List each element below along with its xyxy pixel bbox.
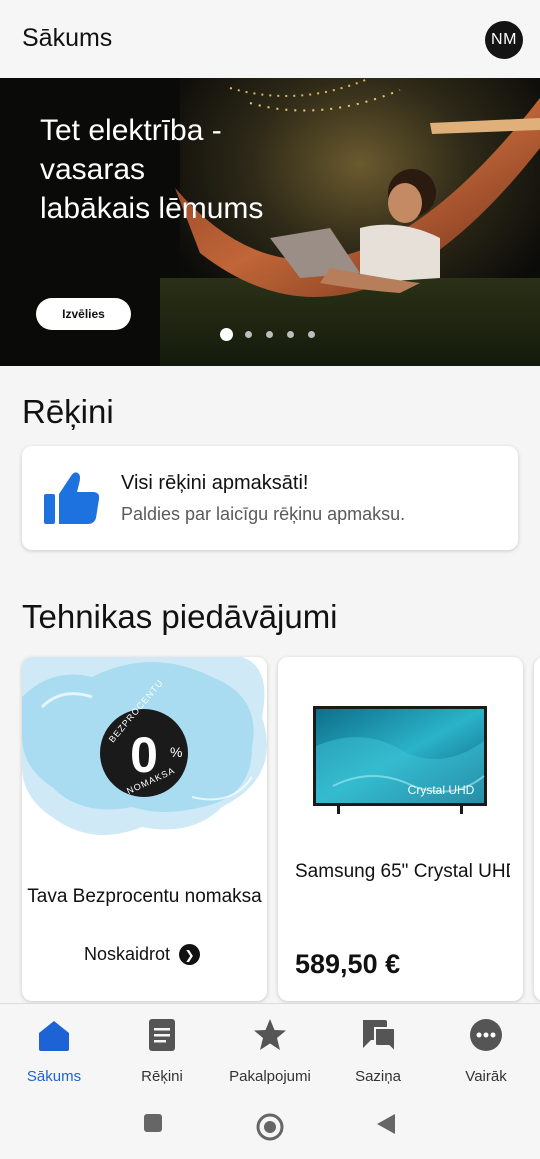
system-navigation-bar — [0, 1090, 540, 1159]
home-button-icon[interactable] — [255, 1112, 285, 1142]
top-app-bar: Sākums NM — [0, 0, 540, 78]
arrow-right-icon: ❯ — [179, 944, 201, 965]
carousel-dot[interactable] — [308, 330, 315, 338]
bills-status-subtitle: Paldies par laicīgu rēķinu apmaksu. — [121, 504, 406, 524]
tv-screen-label: Crystal UHD — [408, 783, 475, 797]
badge-percent: % — [170, 744, 182, 760]
bills-section-title: Rēķini — [22, 393, 114, 430]
page-title: Sākums — [22, 24, 113, 52]
nav-item-more[interactable]: Vairāk — [432, 1012, 540, 1087]
nav-item-bills[interactable]: Rēķini — [108, 1012, 216, 1087]
more-icon — [470, 1019, 502, 1051]
hero-cta-button[interactable]: Izvēlies — [36, 298, 131, 330]
installment-badge-art: 0 % BEZPROCENTU NOMAKSA — [22, 657, 267, 835]
thumbs-up-icon — [44, 472, 100, 524]
nav-label: Saziņa — [355, 1068, 401, 1085]
chat-icon — [363, 1020, 396, 1052]
recents-icon[interactable] — [143, 1112, 163, 1134]
bottom-navigation: Sākums Rēķini Pakalpojumi Saziņa Vairāk — [0, 1003, 540, 1090]
carousel-dot[interactable] — [245, 330, 252, 338]
bills-status-card[interactable]: Visi rēķini apmaksāti! Paldies par laicī… — [22, 446, 518, 550]
nav-label: Sākums — [26, 1068, 82, 1085]
hero-banner[interactable]: Tet elektrība - vasaras labākais lēmums … — [0, 78, 540, 366]
star-icon — [254, 1019, 286, 1050]
back-icon[interactable] — [375, 1112, 397, 1136]
learn-more-label: Noskaidrot — [84, 944, 171, 964]
installment-offer-card[interactable]: 0 % BEZPROCENTU NOMAKSA Tava Bezprocentu… — [22, 657, 267, 1001]
installment-title: Tava Bezprocentu nomaksa — [27, 886, 262, 907]
nav-label: Vairāk — [465, 1068, 507, 1085]
tv-product-image: Crystal UHD — [313, 706, 487, 814]
carousel-dot[interactable] — [266, 330, 273, 338]
nav-item-services[interactable]: Pakalpojumi — [216, 1012, 324, 1087]
nav-label: Pakalpojumi — [229, 1068, 311, 1085]
home-icon — [39, 1021, 69, 1051]
nav-label: Rēķini — [141, 1068, 183, 1085]
offers-section-title: Tehnikas piedāvājumi — [22, 598, 338, 635]
hero-title: Tet elektrība - vasaras labākais lēmums — [40, 114, 264, 225]
tv-offer-card[interactable]: Crystal UHD Samsung 65" Crystal UHD LED … — [278, 657, 523, 1001]
nav-item-home[interactable]: Sākums — [0, 1012, 108, 1087]
product-price: 589,50 € — [295, 949, 401, 979]
carousel-indicator[interactable] — [220, 327, 329, 341]
nav-item-contact[interactable]: Saziņa — [324, 1012, 432, 1087]
carousel-dot[interactable] — [287, 330, 294, 338]
document-icon — [149, 1019, 175, 1051]
avatar[interactable]: NM — [485, 21, 523, 59]
bills-status-title: Visi rēķini apmaksāti! — [121, 472, 309, 494]
product-name: Samsung 65" Crystal UHD LED Smart TV U..… — [295, 861, 510, 882]
carousel-dot[interactable] — [220, 327, 233, 341]
offer-card-partial[interactable] — [534, 657, 540, 1001]
learn-more-link[interactable]: Noskaidrot ❯ — [84, 944, 201, 965]
